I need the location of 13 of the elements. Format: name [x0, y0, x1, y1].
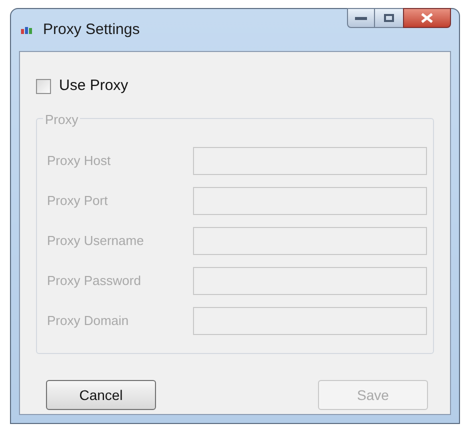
field-label: Proxy Username	[47, 232, 145, 250]
field-label: Proxy Port	[47, 192, 109, 210]
window-title: Proxy Settings	[43, 20, 140, 40]
close-button[interactable]	[403, 8, 451, 28]
field-label: Proxy Host	[47, 152, 112, 170]
field-label: Proxy Domain	[47, 312, 130, 330]
close-icon	[421, 13, 433, 23]
minimize-button[interactable]	[347, 8, 375, 28]
cancel-button[interactable]: Cancel	[46, 380, 156, 410]
use-proxy-checkbox[interactable]: Use Proxy	[36, 76, 434, 96]
maximize-button[interactable]	[375, 8, 403, 28]
app-icon	[21, 26, 35, 34]
field-label: Proxy Password	[47, 272, 142, 290]
